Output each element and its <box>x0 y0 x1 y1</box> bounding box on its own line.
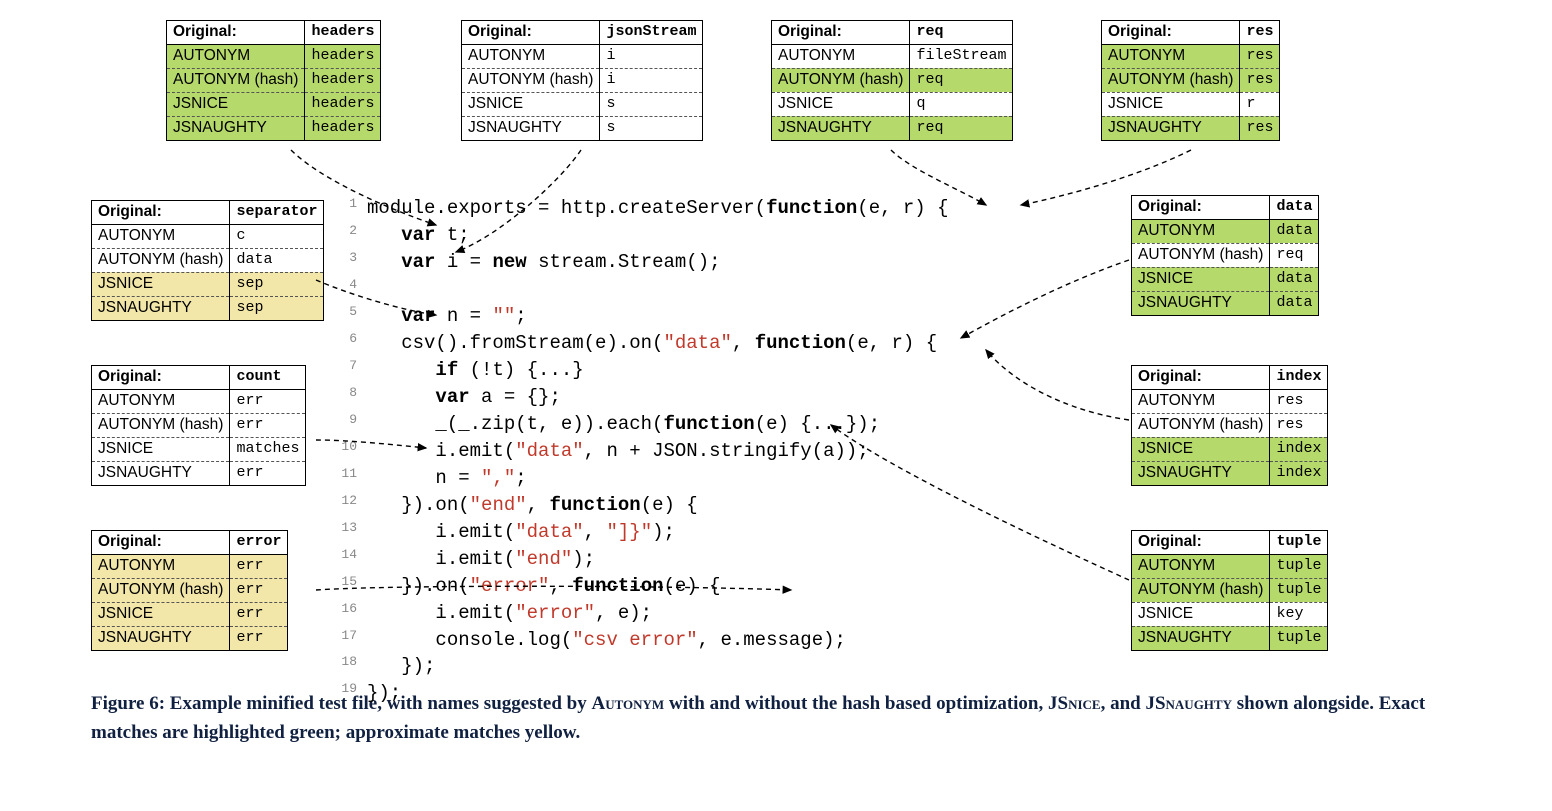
code-listing: 1module.exports = http.createServer(func… <box>331 195 949 707</box>
table-res: Original:resAUTONYMresAUTONYM (hash)resJ… <box>1101 20 1280 141</box>
table-count: Original:countAUTONYMerrAUTONYM (hash)er… <box>91 365 306 486</box>
table-headers: Original:headersAUTONYMheadersAUTONYM (h… <box>166 20 381 141</box>
table-error: Original:errorAUTONYMerrAUTONYM (hash)er… <box>91 530 288 651</box>
table-tuple: Original:tupleAUTONYMtupleAUTONYM (hash)… <box>1131 530 1328 651</box>
table-index: Original:indexAUTONYMresAUTONYM (hash)re… <box>1131 365 1328 486</box>
table-separator: Original:separatorAUTONYMcAUTONYM (hash)… <box>91 200 324 321</box>
figure-container: Original:headersAUTONYMheadersAUTONYM (h… <box>91 20 1461 680</box>
table-data: Original:dataAUTONYMdataAUTONYM (hash)re… <box>1131 195 1319 316</box>
table-req: Original:reqAUTONYMfileStreamAUTONYM (ha… <box>771 20 1013 141</box>
table-jsonstream: Original:jsonStreamAUTONYMiAUTONYM (hash… <box>461 20 703 141</box>
